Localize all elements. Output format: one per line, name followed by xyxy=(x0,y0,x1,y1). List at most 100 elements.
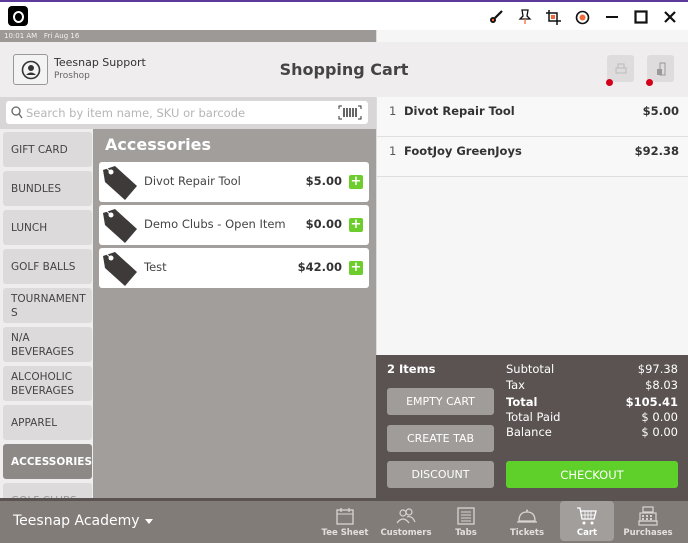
balance-value: $ 0.00 xyxy=(641,425,678,439)
subtotal-label: Subtotal xyxy=(506,362,555,376)
bottom-nav-bar: Teesnap Academy Tee Sheet Customers Tabs… xyxy=(0,498,688,543)
close-icon[interactable] xyxy=(655,6,684,28)
minimize-icon[interactable] xyxy=(597,6,626,28)
nav-label: Tabs xyxy=(455,528,477,538)
nav-label: Tee Sheet xyxy=(321,528,369,538)
category-lunch[interactable]: LUNCH xyxy=(3,210,92,245)
category-label: GIFT CARD xyxy=(11,143,68,156)
printer-button[interactable] xyxy=(607,55,634,82)
category-label: BUNDLES xyxy=(11,182,61,195)
product-price: $5.00 xyxy=(305,174,342,188)
category-list: GIFT CARD BUNDLES LUNCH GOLF BALLS TOURN… xyxy=(0,129,93,498)
category-golf-balls[interactable]: GOLF BALLS xyxy=(3,249,92,284)
cart-item-name: Divot Repair Tool xyxy=(404,104,515,118)
add-to-cart-icon[interactable]: + xyxy=(349,175,363,189)
subtotal-value: $97.38 xyxy=(637,362,678,376)
window-titlebar xyxy=(0,0,688,30)
product-item[interactable]: Demo Clubs - Open Item $0.00 + xyxy=(99,205,369,245)
category-apparel[interactable]: APPAREL xyxy=(3,405,92,440)
page-title: Shopping Cart xyxy=(279,60,409,79)
cart-item-name: FootJoy GreenJoys xyxy=(404,144,522,158)
total-paid-label: Total Paid xyxy=(506,410,561,424)
product-grid: Accessories Divot Repair Tool $5.00 + De… xyxy=(93,129,376,498)
product-price: $42.00 xyxy=(297,260,342,274)
maximize-icon[interactable] xyxy=(626,6,655,28)
cash-register-icon xyxy=(638,506,658,526)
discount-button[interactable]: DISCOUNT xyxy=(387,461,494,488)
category-accessories[interactable]: ACCESSORIES xyxy=(3,444,92,479)
tax-value: $8.03 xyxy=(645,378,678,392)
product-item[interactable]: Divot Repair Tool $5.00 + xyxy=(99,162,369,202)
total-paid-row: Total Paid $ 0.00 xyxy=(506,410,678,424)
barcode-scan-icon[interactable] xyxy=(338,105,362,120)
category-na-beverages[interactable]: N/A BEVERAGES xyxy=(3,327,92,362)
add-to-cart-icon[interactable]: + xyxy=(349,218,363,232)
printer-icon xyxy=(615,63,626,73)
nav-purchases[interactable]: Purchases xyxy=(619,501,677,541)
nav-label: Customers xyxy=(380,528,432,538)
category-bundles[interactable]: BUNDLES xyxy=(3,171,92,206)
product-price: $0.00 xyxy=(305,217,342,231)
product-name: Test xyxy=(144,260,167,274)
category-tournaments[interactable]: TOURNAMENTS xyxy=(3,288,92,323)
course-selector[interactable]: Teesnap Academy xyxy=(13,513,153,529)
catalog-panel: GIFT CARD BUNDLES LUNCH GOLF BALLS TOURN… xyxy=(0,97,376,498)
balance-label: Balance xyxy=(506,425,552,439)
category-label: ALCOHOLIC BEVERAGES xyxy=(11,370,74,397)
category-label: GOLF BALLS xyxy=(11,260,76,273)
cart-item-qty: 1 xyxy=(389,144,397,158)
cart-icon xyxy=(577,507,597,525)
nav-tee-sheet[interactable]: Tee Sheet xyxy=(316,501,374,541)
crop-icon[interactable] xyxy=(539,6,568,28)
nav-customers[interactable]: Customers xyxy=(377,501,435,541)
search-icon xyxy=(11,106,23,119)
category-title: Accessories xyxy=(105,135,211,154)
record-icon[interactable] xyxy=(568,6,597,28)
category-gift-card[interactable]: GIFT CARD xyxy=(3,132,92,167)
cart-item-qty: 1 xyxy=(389,104,397,118)
product-name: Divot Repair Tool xyxy=(144,174,241,188)
cart-item[interactable]: 1 FootJoy GreenJoys $92.38 xyxy=(377,137,688,177)
total-row: Total $105.41 xyxy=(506,395,678,409)
nav-label: Cart xyxy=(576,528,598,538)
price-tag-icon xyxy=(102,164,137,200)
category-label: ACCESSORIES xyxy=(11,455,93,468)
total-paid-value: $ 0.00 xyxy=(641,410,678,424)
subtotal-row: Subtotal $97.38 xyxy=(506,362,678,376)
tax-row: Tax $8.03 xyxy=(506,378,678,392)
items-count: 2 Items xyxy=(387,362,436,376)
nav-cart[interactable]: Cart xyxy=(560,501,614,541)
total-value: $105.41 xyxy=(625,395,678,409)
price-tag-icon xyxy=(102,250,137,286)
pin-icon[interactable] xyxy=(510,6,539,28)
cart-item-price: $5.00 xyxy=(642,104,679,118)
category-label: TOURNAMENTS xyxy=(11,292,86,319)
category-label: APPAREL xyxy=(11,416,58,429)
product-item[interactable]: Test $42.00 + xyxy=(99,248,369,288)
search-input[interactable] xyxy=(26,101,326,124)
product-name: Demo Clubs - Open Item xyxy=(144,217,286,231)
course-name: Teesnap Academy xyxy=(13,513,140,529)
total-label: Total xyxy=(506,395,538,409)
brush-icon[interactable] xyxy=(481,6,510,28)
nav-tabs[interactable]: Tabs xyxy=(437,501,495,541)
empty-cart-button[interactable]: EMPTY CART xyxy=(387,388,494,415)
nav-tickets[interactable]: Tickets xyxy=(498,501,556,541)
category-label: N/A BEVERAGES xyxy=(11,331,74,358)
printer-alert-dot xyxy=(606,79,613,86)
card-reader-icon xyxy=(656,62,665,75)
device-status-bar: 10:01 AM Fri Aug 16 ▾ ▭ 100% xyxy=(0,30,688,288)
cart-item-price: $92.38 xyxy=(634,144,679,158)
cart-list: 1 Divot Repair Tool $5.00 1 FootJoy Gree… xyxy=(376,97,688,355)
app-logo-icon xyxy=(8,6,28,26)
create-tab-button[interactable]: CREATE TAB xyxy=(387,425,494,452)
nav-label: Tickets xyxy=(509,528,545,538)
cart-item[interactable]: 1 Divot Repair Tool $5.00 xyxy=(377,97,688,137)
tabs-icon xyxy=(457,507,475,525)
card-reader-button[interactable] xyxy=(647,55,674,82)
nav-label: Purchases xyxy=(623,528,673,538)
checkout-button[interactable]: CHECKOUT xyxy=(506,461,678,488)
add-to-cart-icon[interactable]: + xyxy=(349,261,363,275)
category-alcoholic-beverages[interactable]: ALCOHOLIC BEVERAGES xyxy=(3,366,92,401)
category-golf-clubs[interactable]: GOLF CLUBS xyxy=(3,483,92,498)
